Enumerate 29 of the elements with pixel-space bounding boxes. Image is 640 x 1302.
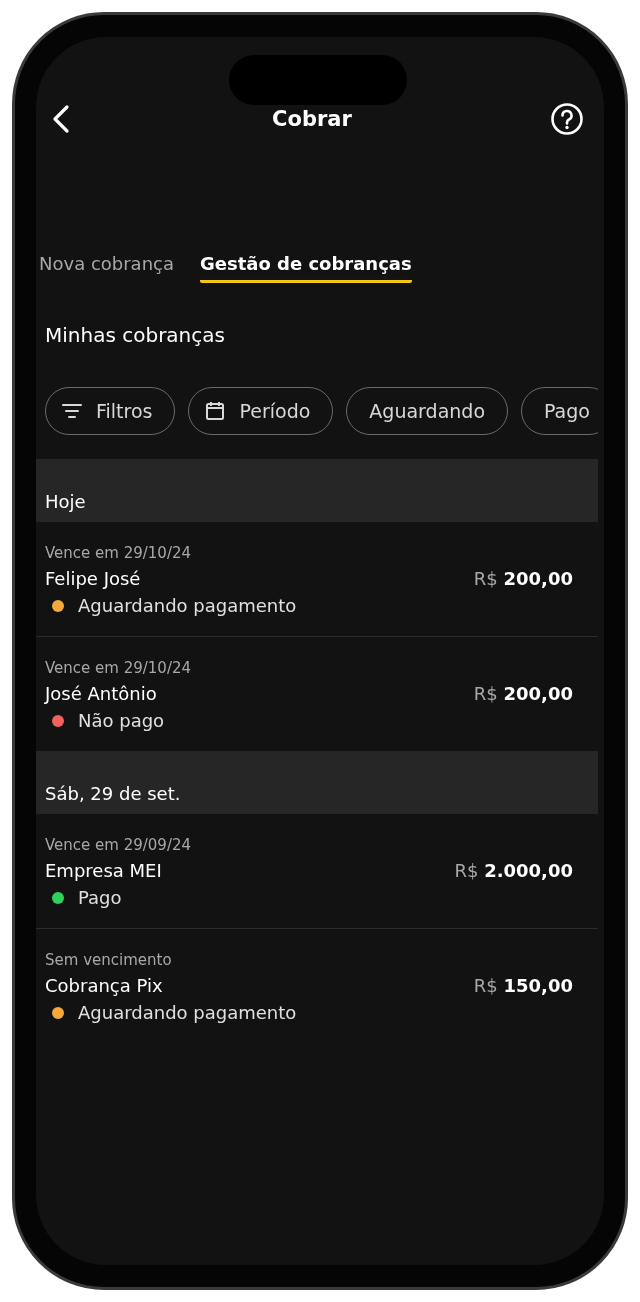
- calendar-icon: [205, 401, 226, 421]
- charge-row[interactable]: Vence em 29/09/24 Empresa MEI R$ 2.000,00 Pago: [36, 814, 598, 929]
- section-title: Minhas cobranças: [44, 323, 226, 347]
- status-text: Aguardando pagamento: [78, 1002, 297, 1023]
- tab[interactable]: Gestão de cobranças: [200, 249, 412, 283]
- due-date: Vence em 29/09/24: [45, 836, 193, 854]
- amount: R$ 200,00: [473, 683, 573, 704]
- amount: R$ 200,00: [473, 568, 573, 589]
- charge-row[interactable]: Sem vencimento Cobrança Pix R$ 150,00 Aguardando pagamento: [36, 929, 598, 1043]
- payer-name: José Antônio: [45, 683, 157, 704]
- status-text: Não pago: [78, 710, 165, 731]
- amount: R$ 2.000,00: [454, 860, 573, 881]
- group-date: Hoje: [45, 491, 86, 512]
- group-date: Sáb, 29 de set.: [45, 783, 181, 804]
- payer-name: Felipe José: [45, 568, 141, 589]
- filter-icon: [62, 403, 82, 419]
- due-date: Vence em 29/10/24: [45, 544, 193, 562]
- amount: R$ 150,00: [473, 975, 573, 996]
- payer-name: Empresa MEI: [45, 860, 162, 881]
- charge-row[interactable]: Vence em 29/10/24 Felipe José R$ 200,00 Aguardando pagamento: [36, 522, 598, 637]
- screen-title: Cobrar: [272, 107, 352, 131]
- charge-row[interactable]: Vence em 29/10/24 José Antônio R$ 200,00 Não pago: [36, 637, 598, 751]
- status-text: Pago: [78, 887, 122, 908]
- help-icon[interactable]: [550, 102, 584, 136]
- payer-name: Cobrança Pix: [45, 975, 163, 996]
- due-date: Sem vencimento: [45, 951, 173, 969]
- status-text: Aguardando pagamento: [78, 595, 297, 616]
- tab[interactable]: Nova cobrança: [39, 249, 174, 283]
- due-date: Vence em 29/10/24: [45, 659, 193, 677]
